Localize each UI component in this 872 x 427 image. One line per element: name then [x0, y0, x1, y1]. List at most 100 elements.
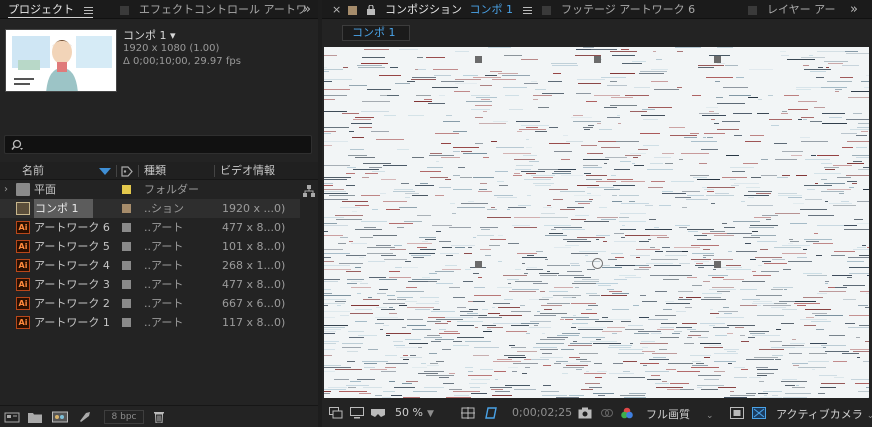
folder-row[interactable]: › 平面 フォルダー [0, 180, 300, 199]
bit-depth-label: 8 bpc [111, 412, 137, 422]
illustrator-file-icon: Ai [16, 259, 30, 272]
label-color-swatch[interactable] [122, 318, 131, 327]
close-icon[interactable]: × [332, 0, 341, 19]
illustrator-file-icon: Ai [16, 316, 30, 329]
flowchart-icon[interactable] [303, 185, 315, 197]
lock-icon[interactable] [366, 4, 375, 15]
item-name: 平面 [34, 183, 56, 196]
chevron-down-icon[interactable]: ▾ [170, 29, 176, 42]
comp-label-swatch [348, 5, 357, 15]
item-video-info: 101 x 8...0) [222, 240, 286, 253]
panel-lock-square-icon [542, 5, 551, 15]
item-name: アートワーク 5 [34, 240, 110, 253]
selected-item-name: コンポ 1 [123, 29, 167, 42]
composition-tabbar: × コンポジション コンポ 1 フッテージ アートワーク 6 レイヤー アー » [322, 0, 872, 19]
vr-goggles-icon[interactable] [370, 407, 386, 419]
tab-composition[interactable]: コンポジション コンポ 1 [348, 0, 532, 19]
label-tag-icon[interactable] [121, 166, 133, 177]
list-item[interactable]: Ai アートワーク 5 ..アート 101 x 8...0) [0, 237, 300, 256]
zoom-dropdown[interactable]: 50 % ▼ [395, 406, 434, 419]
label-color-swatch[interactable] [122, 261, 131, 270]
transform-handle[interactable] [475, 56, 482, 63]
column-separator[interactable] [214, 165, 215, 177]
column-video-label: ビデオ情報 [220, 164, 275, 177]
channel-rgb-icon[interactable] [620, 407, 634, 419]
transform-handle[interactable] [594, 56, 601, 63]
resolution-value: フル画質 [646, 408, 690, 421]
search-input[interactable] [4, 135, 312, 154]
camera-view-value: アクティブカメラ [776, 408, 863, 421]
tab-composition-name: コンポ 1 [469, 3, 514, 16]
tab-overflow-icon[interactable]: » [850, 0, 858, 19]
column-type-header[interactable]: 種類 [144, 162, 166, 180]
transform-handle[interactable] [475, 261, 482, 268]
column-separator[interactable] [116, 165, 117, 177]
list-item[interactable]: Ai アートワーク 3 ..アート 477 x 8...0) [0, 275, 300, 294]
tab-project-label: プロジェクト [8, 3, 74, 16]
tab-active-underline [8, 17, 93, 18]
sort-descending-icon[interactable] [99, 168, 111, 175]
toggle-transparency-grid-icon[interactable] [752, 407, 766, 419]
panel-menu-icon[interactable] [522, 6, 532, 14]
camera-view-dropdown[interactable]: アクティブカメラ ⌄ [776, 406, 872, 422]
expand-chevron-icon[interactable]: › [4, 180, 8, 199]
tab-layer[interactable]: レイヤー アー [748, 0, 836, 19]
project-settings-icon[interactable] [78, 411, 92, 423]
item-name: アートワーク 4 [34, 259, 110, 272]
column-separator[interactable] [138, 165, 139, 177]
always-preview-icon[interactable] [329, 407, 343, 419]
item-video-info: 667 x 6...0) [222, 297, 286, 310]
resolution-dropdown[interactable]: フル画質 ⌄ [646, 406, 714, 422]
timecode-value: 0;00;02;25 [512, 406, 573, 419]
label-color-swatch[interactable] [122, 242, 131, 251]
list-item[interactable]: Ai アートワーク 4 ..アート 268 x 1...0) [0, 256, 300, 275]
label-color-swatch[interactable] [122, 299, 131, 308]
column-type-label: 種類 [144, 164, 166, 177]
show-snapshot-icon[interactable] [600, 407, 614, 419]
current-time-display[interactable]: 0;00;02;25 [512, 406, 572, 419]
list-item[interactable]: Ai アートワーク 1 ..アート 117 x 8...0) [0, 313, 300, 332]
search-icon[interactable] [11, 139, 23, 151]
column-name-label: 名前 [22, 164, 44, 177]
tab-footage[interactable]: フッテージ アートワーク 6 [542, 0, 695, 19]
selected-item-name-row[interactable]: コンポ 1 ▾ [123, 29, 241, 42]
transform-handle[interactable] [714, 56, 721, 63]
list-item[interactable]: Ai アートワーク 2 ..アート 667 x 6...0) [0, 294, 300, 313]
tab-project[interactable]: プロジェクト [8, 0, 93, 19]
label-color-swatch[interactable] [122, 223, 131, 232]
list-item[interactable]: コンポ 1 ..ション 1920 x ...0) [0, 199, 300, 218]
item-type: ..アート [144, 259, 184, 272]
viewer-canvas[interactable] [324, 47, 869, 398]
project-table-header: 名前 種類 ビデオ情報 [0, 162, 318, 180]
tab-overflow-icon[interactable]: » [303, 0, 311, 19]
composition-icon [16, 202, 30, 215]
column-video-header[interactable]: ビデオ情報 [220, 162, 275, 180]
illustrator-file-icon: Ai [16, 278, 30, 291]
label-color-swatch[interactable] [122, 280, 131, 289]
tab-footage-label: フッテージ アートワーク 6 [561, 3, 696, 16]
new-folder-icon[interactable] [28, 411, 42, 423]
composition-viewer[interactable] [324, 47, 869, 398]
chevron-down-icon: ⌄ [866, 411, 872, 421]
bit-depth-button[interactable]: 8 bpc [104, 410, 144, 424]
anchor-point-icon[interactable] [592, 258, 603, 269]
list-item[interactable]: Ai アートワーク 6 ..アート 477 x 8...0) [0, 218, 300, 237]
safe-margins-icon[interactable] [461, 407, 475, 419]
new-composition-icon[interactable] [52, 411, 68, 423]
camera-snapshot-icon[interactable] [578, 407, 592, 419]
transform-handle[interactable] [714, 261, 721, 268]
monitor-icon[interactable] [350, 407, 364, 419]
item-video-info: 477 x 8...0) [222, 221, 286, 234]
label-color-swatch[interactable] [122, 185, 131, 194]
column-name-header[interactable]: 名前 [22, 162, 44, 180]
comp-navigator-chip[interactable]: コンポ 1 [342, 25, 410, 41]
region-of-interest-icon[interactable] [730, 407, 744, 419]
selected-item-dimensions: 1920 x 1080 (1.00) [123, 43, 220, 54]
interpret-footage-icon[interactable] [4, 411, 20, 423]
transparency-grid-icon[interactable] [484, 407, 498, 419]
tab-effect-controls[interactable]: エフェクトコントロール アートワ [120, 0, 307, 19]
trash-icon[interactable] [153, 411, 165, 423]
panel-menu-icon[interactable] [83, 6, 93, 14]
label-color-swatch[interactable] [122, 204, 131, 213]
item-name: コンポ 1 [34, 199, 93, 218]
